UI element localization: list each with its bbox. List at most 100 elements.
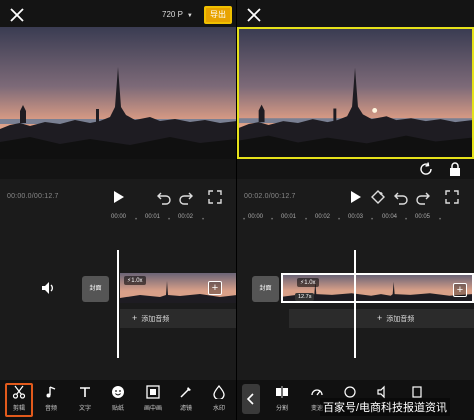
ruler-dot: • [135, 217, 138, 223]
tool-watermark[interactable]: 水印 [205, 385, 233, 412]
tool-sticker[interactable]: 贴纸 [104, 385, 132, 412]
ruler-tick-label: 00:05 [415, 214, 431, 220]
undo-icon[interactable] [393, 189, 409, 205]
ruler-dot: • [371, 217, 374, 223]
video-preview[interactable] [0, 27, 236, 159]
filter-icon [179, 385, 193, 399]
music-note-icon [44, 385, 58, 399]
playhead[interactable] [117, 250, 119, 358]
tool-audio[interactable]: 音频 [37, 385, 65, 412]
export-button[interactable]: 导出 [204, 6, 232, 24]
tool-picture-in-picture[interactable]: 画中画 [139, 385, 167, 412]
tool-label: 音频 [44, 406, 57, 412]
preview-toolbar [0, 159, 236, 179]
caret-down-icon: ▼ [186, 13, 193, 19]
tool-copy[interactable] [403, 385, 431, 399]
tool-volume[interactable] [336, 385, 364, 399]
tool-filter[interactable]: 滤镜 [172, 385, 200, 412]
sticker-icon [111, 385, 125, 399]
keyframe-icon[interactable] [370, 189, 386, 205]
add-audio-button[interactable]: + 添加音频 [289, 309, 474, 328]
scissors-icon [12, 385, 26, 399]
editor-panel-right: 00:02.0/00:12.7 • 00:00 • 00:01 • 00:02 … [237, 0, 474, 420]
tool-label: 水印 [212, 406, 225, 412]
add-clip-button[interactable]: + [453, 283, 467, 297]
speed-value: 1.0x [304, 280, 316, 286]
tool-label: 剪辑 [12, 406, 25, 412]
add-audio-button[interactable]: + 添加音频 [120, 309, 236, 328]
tool-audio-separate[interactable] [369, 385, 397, 399]
clip-duration: 12.7s [295, 293, 315, 301]
tool-label: 滤镜 [179, 406, 192, 412]
plus-icon: + [377, 313, 383, 323]
ruler-dot: • [338, 217, 341, 223]
tool-label: 画中画 [143, 406, 162, 412]
speed-badge: ⚡1.0x [124, 276, 146, 285]
fullscreen-icon[interactable] [207, 189, 223, 205]
ruler-tick-label: 00:03 [348, 214, 364, 220]
timeline-ruler: 00:00 • 00:01 • 00:02 • [0, 214, 236, 226]
tool-label: 贴纸 [111, 406, 124, 412]
rotate-icon[interactable] [419, 162, 433, 176]
add-audio-label: 添加音频 [386, 316, 415, 323]
ruler-dot: • [243, 217, 246, 223]
ruler-dot: • [202, 217, 205, 223]
back-button[interactable] [242, 384, 260, 414]
preview-toolbar [237, 159, 474, 179]
editor-panel-left: 720 P ▼ 导出 00:00.0/00:12.7 00:00 • 00:01… [0, 0, 237, 420]
watermark-text: 百家号/电商科技报道资讯 [320, 398, 451, 416]
ruler-tick-label: 00:00 [111, 214, 127, 220]
watermark-icon [212, 385, 226, 399]
ruler-tick-label: 00:02 [178, 214, 194, 220]
video-preview-selected[interactable] [237, 27, 474, 159]
timecode: 00:02.0/00:12.7 [244, 193, 296, 200]
lock-icon[interactable] [449, 162, 461, 176]
ruler-dot: • [271, 217, 274, 223]
tool-label: 文字 [78, 406, 91, 412]
ruler-tick-label: 00:01 [281, 214, 297, 220]
resolution-selector[interactable]: 720 P ▼ [162, 10, 193, 19]
timecode: 00:00.0/00:12.7 [7, 193, 59, 200]
speed-icon [310, 385, 324, 399]
playhead[interactable] [354, 250, 356, 358]
cover-thumbnail[interactable]: 封面 [82, 276, 109, 302]
sunset-skyline-image [239, 29, 472, 157]
resolution-value: 720 P [162, 10, 183, 19]
play-icon[interactable] [113, 190, 125, 204]
text-icon [78, 385, 92, 399]
redo-icon[interactable] [178, 189, 194, 205]
tool-text[interactable]: 文字 [71, 385, 99, 412]
ruler-dot: • [168, 217, 171, 223]
tool-split[interactable]: 分割 [268, 385, 296, 412]
close-icon[interactable] [245, 6, 263, 24]
split-icon [275, 385, 289, 399]
video-clip[interactable]: ⚡1.0x + [120, 273, 236, 303]
redo-icon[interactable] [415, 189, 431, 205]
play-icon[interactable] [350, 190, 362, 204]
picture-in-picture-icon [146, 385, 160, 399]
volume-icon [343, 385, 357, 399]
add-clip-button[interactable]: + [208, 281, 222, 295]
undo-icon[interactable] [156, 189, 172, 205]
ruler-dot: • [439, 217, 442, 223]
fullscreen-icon[interactable] [444, 189, 460, 205]
speed-badge: ⚡1.0x [297, 278, 319, 287]
sunset-skyline-image [0, 27, 236, 159]
close-icon[interactable] [8, 6, 26, 24]
speaker-icon [376, 385, 390, 399]
ruler-tick-label: 00:00 [248, 214, 264, 220]
cover-thumbnail[interactable]: 封面 [252, 276, 279, 302]
ruler-tick-label: 00:01 [145, 214, 161, 220]
speed-value: 1.0x [131, 278, 143, 284]
mute-audio-icon[interactable] [40, 280, 56, 296]
ruler-dot: • [305, 217, 308, 223]
ruler-dot: • [405, 217, 408, 223]
copy-icon [410, 385, 424, 399]
top-bar [0, 0, 236, 30]
top-bar [237, 0, 474, 30]
plus-icon: + [132, 313, 138, 323]
tool-edit[interactable]: 剪辑 [5, 383, 33, 417]
add-audio-label: 添加音频 [141, 316, 170, 323]
tool-label: 分割 [275, 406, 288, 412]
timeline-ruler: • 00:00 • 00:01 • 00:02 • 00:03 • 00:04 … [237, 214, 474, 226]
